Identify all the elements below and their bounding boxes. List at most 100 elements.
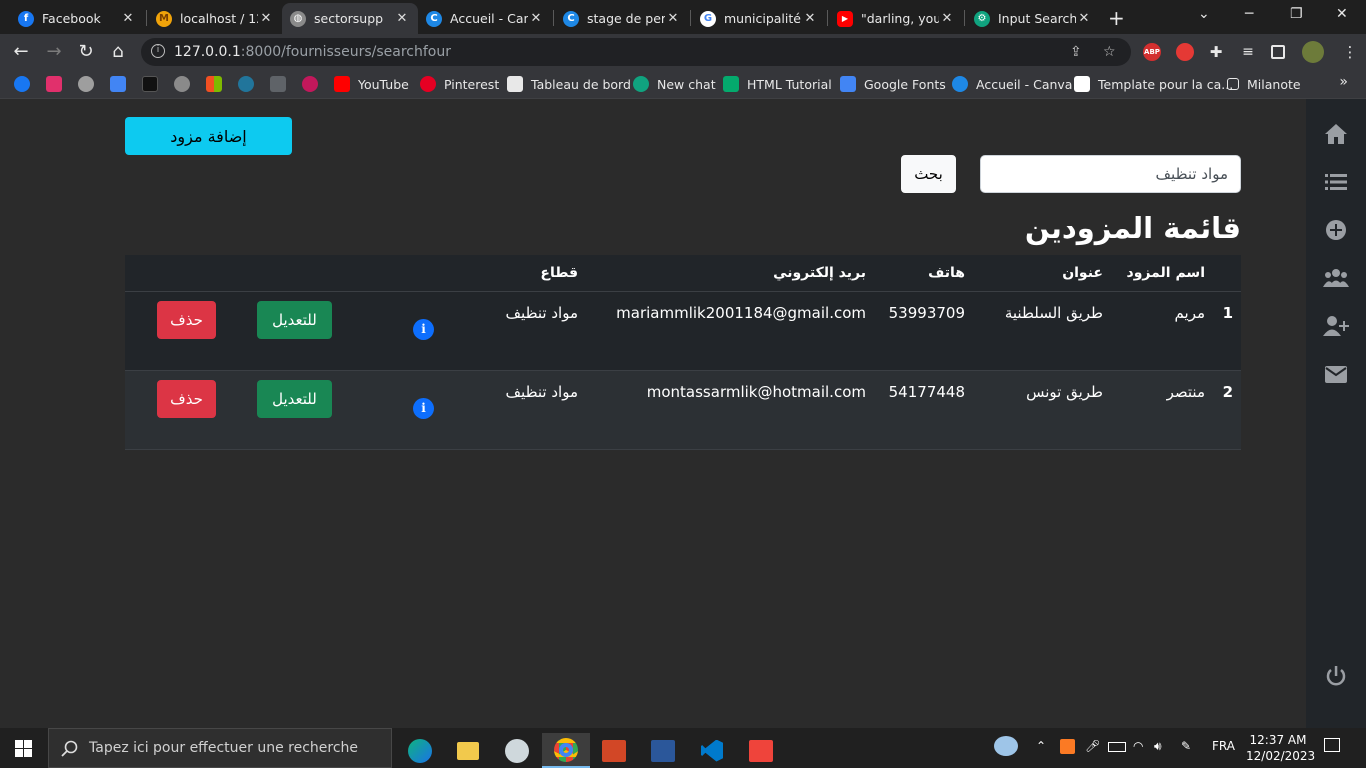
- minimize-icon[interactable]: ─: [1245, 6, 1253, 22]
- volume-icon[interactable]: 🔊︎: [1154, 739, 1162, 754]
- edge-icon[interactable]: [396, 733, 444, 768]
- menu-kebab-icon[interactable]: ⋮: [1341, 43, 1359, 61]
- close-icon[interactable]: ✕: [528, 11, 544, 26]
- wordpress-bookmark-icon[interactable]: [238, 76, 254, 92]
- supplier-name: مريم: [1174, 304, 1205, 322]
- list-icon[interactable]: [1323, 169, 1349, 195]
- tiktok-bookmark-icon[interactable]: [142, 76, 158, 92]
- extensions-puzzle-icon[interactable]: ✚: [1207, 43, 1225, 61]
- bookmark-new-chat[interactable]: New chat: [633, 75, 716, 93]
- search-icon: [61, 740, 78, 757]
- close-icon[interactable]: ✕: [1076, 11, 1092, 26]
- tab-sectorsupp[interactable]: ◍ sectorsupp ✕: [282, 3, 418, 34]
- close-icon[interactable]: ✕: [665, 11, 681, 26]
- address-bar[interactable]: i 127.0.0.1:8000/fournisseurs/searchfour…: [141, 38, 1131, 66]
- add-icon[interactable]: [1323, 217, 1349, 243]
- tab-canva-accueil[interactable]: C Accueil - Canv ✕: [418, 3, 552, 34]
- language-indicator[interactable]: FRA: [1212, 739, 1235, 753]
- bookmark-tableau-de-bord[interactable]: Tableau de bord: [507, 75, 631, 93]
- delete-button[interactable]: حذف: [157, 380, 216, 418]
- bookmark-canva[interactable]: Accueil - Canva: [952, 75, 1072, 93]
- tab-facebook[interactable]: f Facebook ✕: [10, 3, 144, 34]
- instagram-bookmark-icon[interactable]: [46, 76, 62, 92]
- weather-icon[interactable]: [994, 736, 1018, 756]
- edit-button[interactable]: للتعديل: [257, 301, 332, 339]
- battery-icon[interactable]: [1108, 739, 1126, 752]
- users-icon[interactable]: [1323, 265, 1349, 291]
- microsoft-bookmark-icon[interactable]: [206, 76, 222, 92]
- close-icon[interactable]: ✕: [939, 11, 955, 26]
- word-icon[interactable]: [639, 733, 687, 768]
- power-icon[interactable]: [1323, 663, 1349, 689]
- adblock-icon[interactable]: ABP: [1143, 43, 1161, 61]
- close-icon[interactable]: ✕: [258, 11, 274, 26]
- canva-icon: [952, 76, 968, 92]
- stop-extension-icon[interactable]: [1176, 43, 1194, 61]
- delete-button[interactable]: حذف: [157, 301, 216, 339]
- bookmarks-overflow-icon[interactable]: »: [1339, 74, 1348, 90]
- circle-bookmark-icon[interactable]: [302, 76, 318, 92]
- share-icon[interactable]: ⇪: [1070, 44, 1082, 60]
- home-icon[interactable]: ⌂: [107, 41, 129, 63]
- file-explorer-icon[interactable]: [444, 733, 492, 768]
- bookmark-google-fonts[interactable]: Google Fonts: [840, 75, 946, 93]
- bookmark-youtube[interactable]: YouTube: [334, 75, 409, 93]
- bookmark-html-tutorial[interactable]: HTML Tutorial: [723, 75, 832, 93]
- info-icon[interactable]: i: [413, 398, 434, 419]
- close-icon[interactable]: ✕: [802, 11, 818, 26]
- add-supplier-button[interactable]: إضافة مزود: [125, 117, 292, 155]
- youtube-icon: [334, 76, 350, 92]
- pen-icon[interactable]: ✎: [1181, 739, 1191, 753]
- maximize-icon[interactable]: ❐: [1290, 6, 1303, 22]
- w3schools-icon: [723, 76, 739, 92]
- tools-bookmark-icon[interactable]: [270, 76, 286, 92]
- wifi-icon[interactable]: ◠: [1133, 739, 1143, 753]
- search-button[interactable]: بحث: [901, 155, 956, 193]
- edit-button[interactable]: للتعديل: [257, 380, 332, 418]
- facebook-bookmark-icon[interactable]: [14, 76, 30, 92]
- back-icon[interactable]: ←: [10, 41, 32, 63]
- window-close-icon[interactable]: ✕: [1336, 6, 1348, 22]
- clock[interactable]: 12:37 AM 12/02/2023: [1246, 732, 1315, 764]
- mail-icon[interactable]: [1323, 361, 1349, 387]
- tab-stage[interactable]: C stage de perfe ✕: [555, 3, 689, 34]
- milanote-icon: [1227, 78, 1239, 90]
- taskbar-search[interactable]: Tapez ici pour effectuer une recherche: [48, 728, 392, 768]
- globe-bookmark-icon[interactable]: [174, 76, 190, 92]
- close-icon[interactable]: ✕: [394, 11, 410, 26]
- add-user-icon[interactable]: [1323, 313, 1349, 339]
- forward-icon[interactable]: →: [43, 41, 65, 63]
- vscode-icon[interactable]: [688, 733, 736, 768]
- search-input[interactable]: [980, 155, 1241, 193]
- bookmark-star-icon[interactable]: ☆: [1103, 44, 1116, 60]
- tab-input-search[interactable]: ⚙ Input Search T ✕: [966, 3, 1100, 34]
- site-info-icon[interactable]: i: [151, 44, 165, 58]
- tab-municipalite[interactable]: G municipalité s ✕: [692, 3, 826, 34]
- tab-search-icon[interactable]: ⌄: [1198, 6, 1210, 22]
- chrome-icon[interactable]: [542, 733, 590, 768]
- info-icon[interactable]: i: [413, 319, 434, 340]
- close-icon[interactable]: ✕: [120, 11, 136, 26]
- side-panel-icon[interactable]: [1271, 45, 1285, 59]
- media-control-icon[interactable]: ≡: [1239, 43, 1257, 61]
- bookmark-milanote[interactable]: Milanote: [1227, 75, 1301, 93]
- tab-youtube[interactable]: ▶ "darling, your ✕: [829, 3, 963, 34]
- show-hidden-icons[interactable]: ⌃: [1036, 739, 1046, 753]
- powerpoint-icon[interactable]: [590, 733, 638, 768]
- windows-start-icon[interactable]: [15, 740, 32, 757]
- gm-bookmark-icon[interactable]: [78, 76, 94, 92]
- notifications-icon[interactable]: [1324, 738, 1340, 752]
- profile-avatar[interactable]: [1302, 41, 1324, 63]
- home-icon[interactable]: [1323, 121, 1349, 147]
- microphone-icon[interactable]: 🎤︎: [1085, 739, 1100, 753]
- gm-app-icon[interactable]: [493, 733, 541, 768]
- anydesk-icon[interactable]: [737, 733, 785, 768]
- xampp-icon[interactable]: [1060, 739, 1075, 754]
- tab-separator: [964, 10, 965, 26]
- new-tab-button[interactable]: +: [1108, 6, 1125, 30]
- reload-icon[interactable]: ↻: [75, 41, 97, 63]
- bookmark-pinterest[interactable]: Pinterest: [420, 75, 499, 93]
- tab-localhost[interactable]: M localhost / 12 ✕: [148, 3, 282, 34]
- translate-bookmark-icon[interactable]: [110, 76, 126, 92]
- bookmark-template[interactable]: Template pour la ca...: [1074, 75, 1233, 93]
